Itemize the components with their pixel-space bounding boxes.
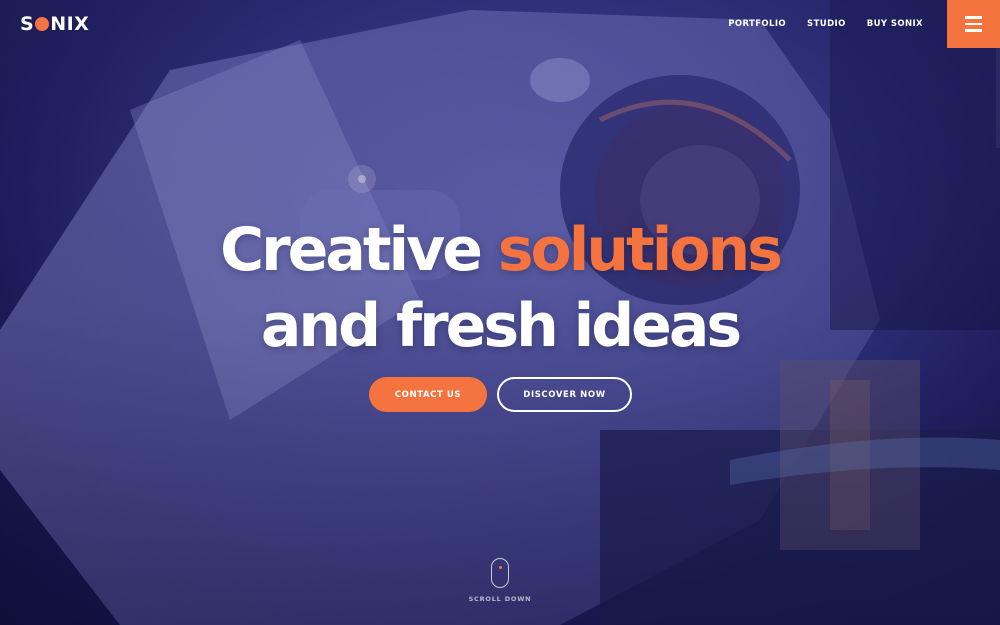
logo-text-prefix: S: [20, 13, 35, 35]
main-navigation: PORTFOLIO STUDIO BUY SONIX: [728, 19, 923, 29]
page-scrollbar[interactable]: [996, 48, 1000, 148]
hero-headline-line-2: and fresh ideas: [260, 291, 742, 361]
hamburger-icon-bar: [965, 29, 982, 32]
mouse-icon[interactable]: [491, 558, 509, 588]
headline-creative: Creative: [220, 215, 498, 285]
hamburger-icon-bar: [965, 16, 982, 19]
nav-item-studio[interactable]: STUDIO: [807, 19, 846, 29]
contact-us-button[interactable]: CONTACT US: [369, 377, 487, 412]
logo-dot-icon: [35, 17, 50, 31]
hamburger-menu-button[interactable]: [947, 0, 1000, 48]
hamburger-icon-bar: [965, 22, 982, 26]
decorative-orb-icon: [348, 165, 376, 193]
hero-headline-line-1: Creative solutions: [0, 214, 1000, 286]
scroll-down-label[interactable]: SCROLL DOWN: [0, 595, 1000, 603]
headline-solutions: solutions: [497, 215, 783, 285]
sonix-logo[interactable]: S NIX: [20, 12, 89, 36]
discover-now-button[interactable]: DISCOVER NOW: [497, 377, 632, 412]
nav-item-portfolio[interactable]: PORTFOLIO: [728, 19, 786, 29]
logo-text-suffix: NIX: [50, 13, 90, 35]
mouse-wheel-dot: [498, 566, 502, 569]
nav-item-buy-sonix[interactable]: BUY SONIX: [867, 19, 923, 29]
